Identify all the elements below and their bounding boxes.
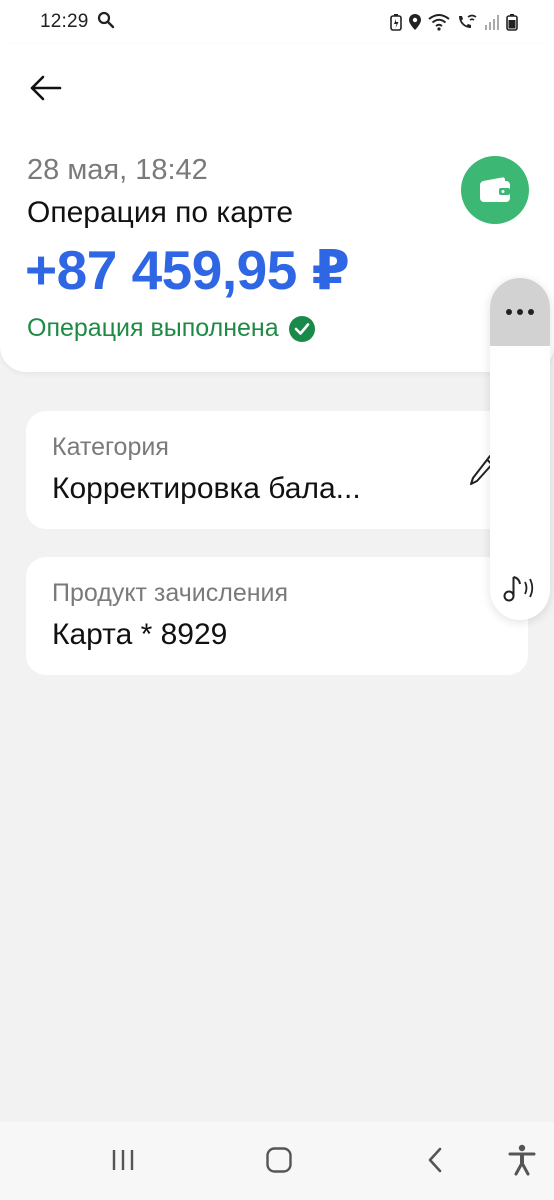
battery-icon: [506, 13, 518, 31]
operation-status-text: Операция выполнена: [27, 314, 279, 342]
wifi-calling-icon: [456, 13, 478, 31]
arrow-left-icon: [29, 74, 63, 107]
nav-back-button[interactable]: [418, 1146, 452, 1178]
search-icon: [97, 11, 115, 34]
back-button[interactable]: [22, 66, 70, 114]
location-icon: [408, 13, 422, 31]
product-value: Карта * 8929: [52, 618, 228, 651]
navigation-bar: [0, 1122, 554, 1200]
status-bar: 12:29: [0, 0, 554, 44]
side-panel-music-button[interactable]: [496, 570, 546, 610]
operation-header-card: 28 мая, 18:42 Операция по карте +87 459,…: [0, 44, 554, 372]
operation-date: 28 мая, 18:42: [27, 154, 208, 186]
home-icon: [265, 1146, 293, 1179]
status-time: 12:29: [40, 11, 89, 32]
operation-title: Операция по карте: [27, 196, 294, 229]
product-card: Продукт зачисления Карта * 8929: [26, 557, 528, 675]
category-label: Категория: [52, 433, 169, 461]
accessibility-icon: [508, 1144, 536, 1181]
home-button[interactable]: [262, 1146, 296, 1178]
check-circle-icon: [288, 315, 315, 342]
recent-apps-button[interactable]: [106, 1146, 140, 1178]
more-horizontal-icon: [505, 303, 535, 321]
wallet-icon: [461, 156, 529, 224]
wifi-icon: [428, 13, 450, 31]
battery-saver-icon: [390, 13, 402, 31]
operation-amount: +87 459,95 ₽: [25, 239, 350, 301]
operation-status: Операция выполнена: [27, 314, 315, 343]
product-label: Продукт зачисления: [52, 579, 289, 607]
signal-icon: [484, 13, 500, 31]
back-icon: [426, 1147, 444, 1178]
side-panel-more-button[interactable]: [490, 278, 550, 346]
accessibility-button[interactable]: [505, 1144, 539, 1181]
category-value: Корректировка бала...: [52, 472, 361, 505]
floating-side-panel: [490, 278, 550, 620]
category-card[interactable]: Категория Корректировка бала...: [26, 411, 528, 529]
recent-apps-icon: [110, 1148, 136, 1177]
music-note-icon: [501, 572, 541, 609]
screen: 12:29 28 мая, 18:42 Операция по карте +8…: [0, 0, 554, 1200]
